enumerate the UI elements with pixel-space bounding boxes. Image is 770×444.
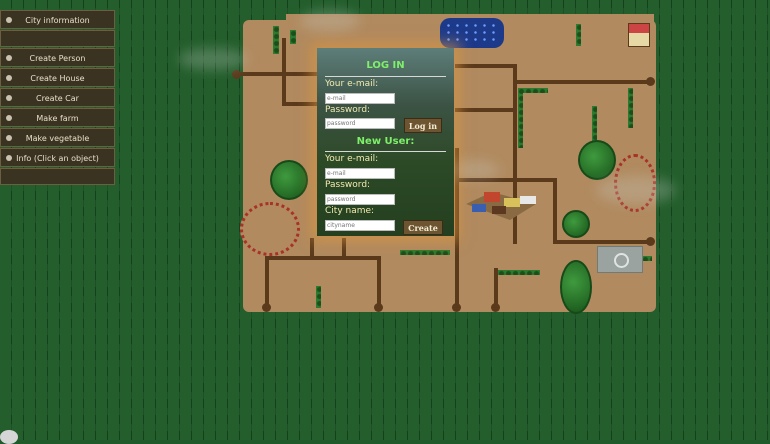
- info-button[interactable]: Info (Click an object): [0, 148, 115, 167]
- vegetable-patch[interactable]: [240, 202, 300, 256]
- sidebar-item-label: Create Car: [36, 94, 79, 103]
- sidebar-item-label: City information: [25, 16, 90, 25]
- login-panel: LOG IN Your e-mail: Password: Log in New…: [317, 48, 454, 236]
- sidebar-item-label: Info (Click an object): [16, 154, 99, 163]
- tree: [270, 160, 308, 200]
- bullet-icon: [6, 155, 12, 161]
- tree: [562, 210, 590, 238]
- bullet-icon: [6, 115, 12, 121]
- bullet-icon: [6, 95, 12, 101]
- login-title: LOG IN: [366, 60, 405, 71]
- new-email-label: Your e-mail:: [325, 154, 379, 164]
- sidebar-item-label: Make vegetable: [25, 134, 90, 143]
- create-car-button[interactable]: Create Car: [0, 88, 115, 107]
- new-user-title: New User:: [356, 136, 415, 147]
- make-farm-button[interactable]: Make farm: [0, 108, 115, 127]
- info-panel: [0, 168, 115, 185]
- new-email-input[interactable]: [325, 168, 395, 179]
- password-label: Password:: [325, 105, 371, 115]
- bullet-icon: [6, 55, 12, 61]
- farm-building[interactable]: [462, 186, 540, 224]
- create-house-button[interactable]: Create House: [0, 68, 115, 87]
- pond: [440, 18, 504, 48]
- sidebar-item-label: Create House: [30, 74, 85, 83]
- city-information-button[interactable]: City information: [0, 10, 115, 29]
- sidebar-item-label: Create Person: [29, 54, 86, 63]
- city-name-input[interactable]: [325, 220, 395, 231]
- sidebar-item-label: Make farm: [36, 114, 79, 123]
- create-button[interactable]: Create: [403, 220, 443, 235]
- bullet-icon: [6, 17, 12, 23]
- tree: [560, 260, 592, 314]
- corner-indicator: [0, 430, 18, 444]
- email-input[interactable]: [325, 93, 395, 104]
- make-vegetable-button[interactable]: Make vegetable: [0, 128, 115, 147]
- sidebar: City information Create Person Create Ho…: [0, 10, 115, 186]
- login-button[interactable]: Log in: [404, 118, 442, 133]
- create-person-button[interactable]: Create Person: [0, 48, 115, 67]
- billboard[interactable]: [597, 246, 643, 273]
- bullet-icon: [6, 75, 12, 81]
- tree: [578, 140, 616, 180]
- bullet-icon: [6, 135, 12, 141]
- password-input[interactable]: [325, 118, 395, 129]
- house[interactable]: [628, 23, 650, 47]
- new-password-input[interactable]: [325, 194, 395, 205]
- city-name-label: City name:: [325, 206, 375, 216]
- email-label: Your e-mail:: [325, 79, 379, 89]
- new-password-label: Password:: [325, 180, 371, 190]
- city-information-panel: [0, 30, 115, 47]
